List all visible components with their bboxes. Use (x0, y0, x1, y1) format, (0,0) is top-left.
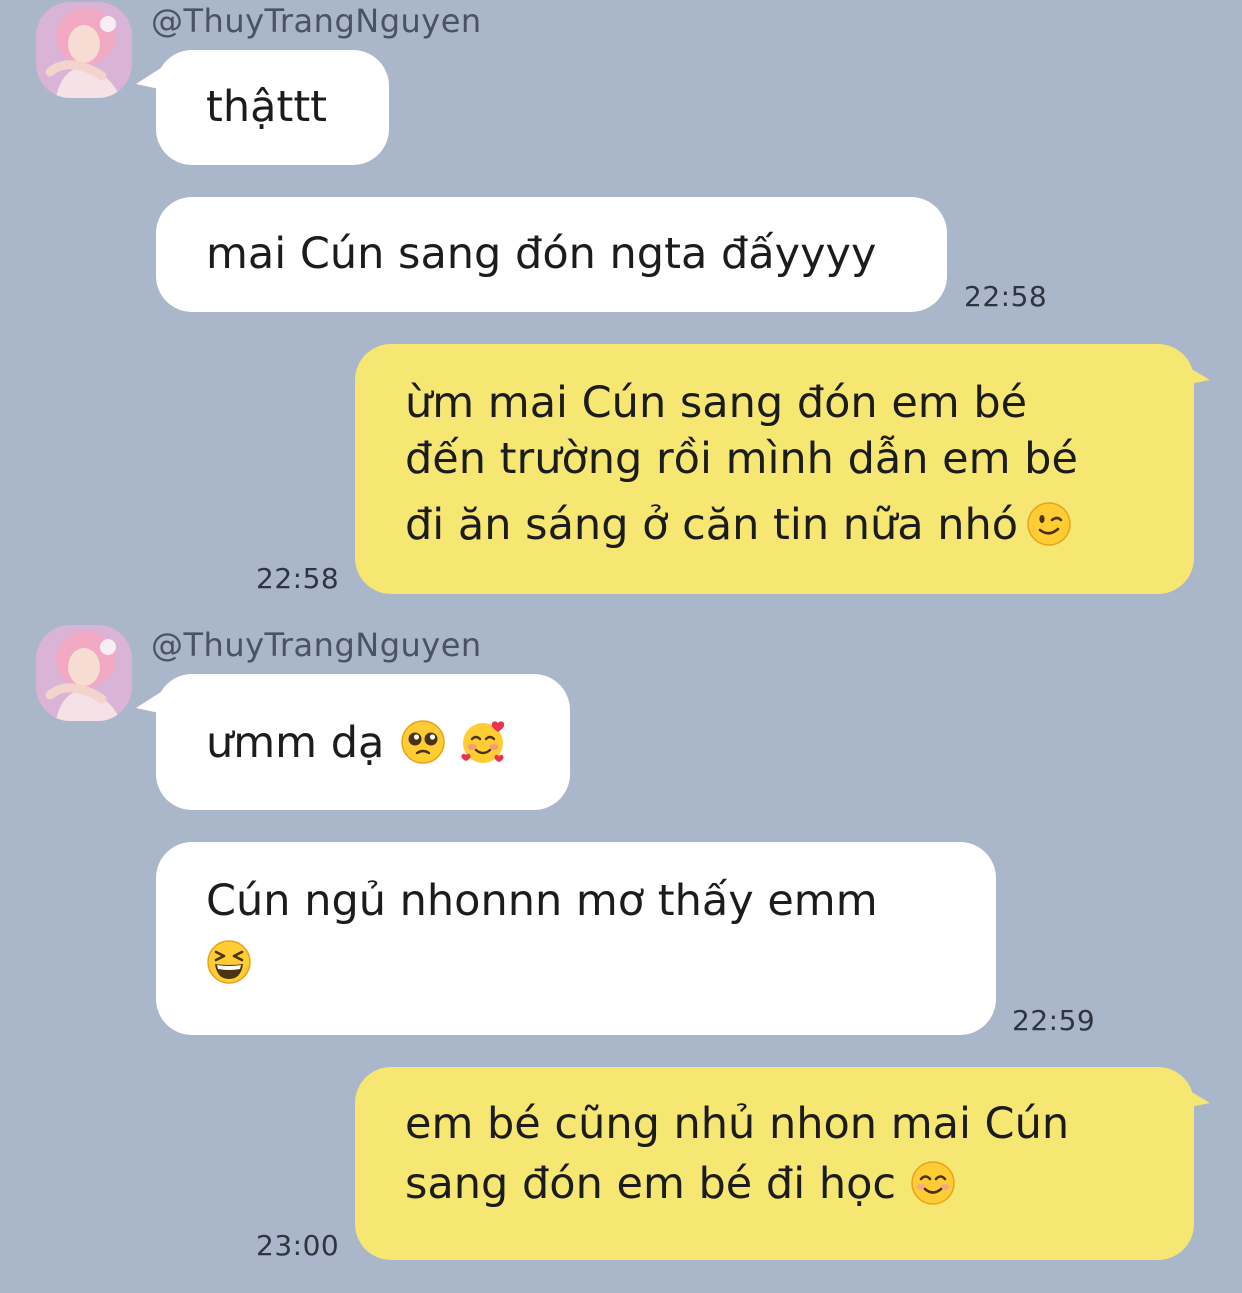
message-text: ưmm dạ (206, 718, 385, 768)
message-timestamp: 23:00 (256, 1229, 340, 1262)
message-bubble-outgoing[interactable]: em bé cũng nhủ nhon mai Cún sang đón em … (355, 1067, 1194, 1260)
smiling-face-with-smiling-eyes-icon (910, 1160, 956, 1206)
message-bubble-outgoing[interactable]: ừm mai Cún sang đón em bé đến trường rồi… (355, 344, 1194, 594)
message-text: thậttt (206, 82, 328, 132)
message-text: mai Cún sang đón ngta đấyyyy (206, 229, 877, 279)
message-bubble-incoming[interactable]: Cún ngủ nhonnn mơ thấy emm (156, 842, 996, 1035)
contact-avatar[interactable] (36, 625, 132, 721)
message-text-line: sang đón em bé đi học (405, 1158, 897, 1209)
smiling-face-with-hearts-icon (460, 719, 506, 765)
chat-thread: @ThuyTrangNguyen thậttt mai Cún sang đón… (0, 0, 1242, 1293)
message-bubble-incoming[interactable]: ưmm dạ (156, 674, 570, 810)
message-bubble-incoming[interactable]: mai Cún sang đón ngta đấyyyy (156, 197, 947, 312)
avatar-photo (36, 2, 132, 98)
contact-avatar[interactable] (36, 2, 132, 98)
grinning-squinting-face-icon (206, 939, 252, 985)
message-text: Cún ngủ nhonnn mơ thấy emm (206, 876, 878, 926)
message-text-line: em bé cũng nhủ nhon mai Cún (405, 1099, 1070, 1149)
message-timestamp: 22:59 (1012, 1004, 1096, 1037)
winking-face-icon (1026, 501, 1072, 547)
message-timestamp: 22:58 (256, 562, 340, 595)
message-text-line: đi ăn sáng ở căn tin nữa nhó (405, 499, 1019, 550)
sender-name: @ThuyTrangNguyen (151, 2, 482, 40)
avatar-photo (36, 625, 132, 721)
message-text-line: đến trường rồi mình dẫn em bé (405, 433, 1078, 484)
message-bubble-incoming[interactable]: thậttt (156, 50, 389, 165)
message-timestamp: 22:58 (964, 280, 1048, 313)
message-text-line: ừm mai Cún sang đón em bé (405, 378, 1028, 428)
sender-name: @ThuyTrangNguyen (151, 626, 482, 664)
pleading-face-icon (400, 719, 446, 765)
